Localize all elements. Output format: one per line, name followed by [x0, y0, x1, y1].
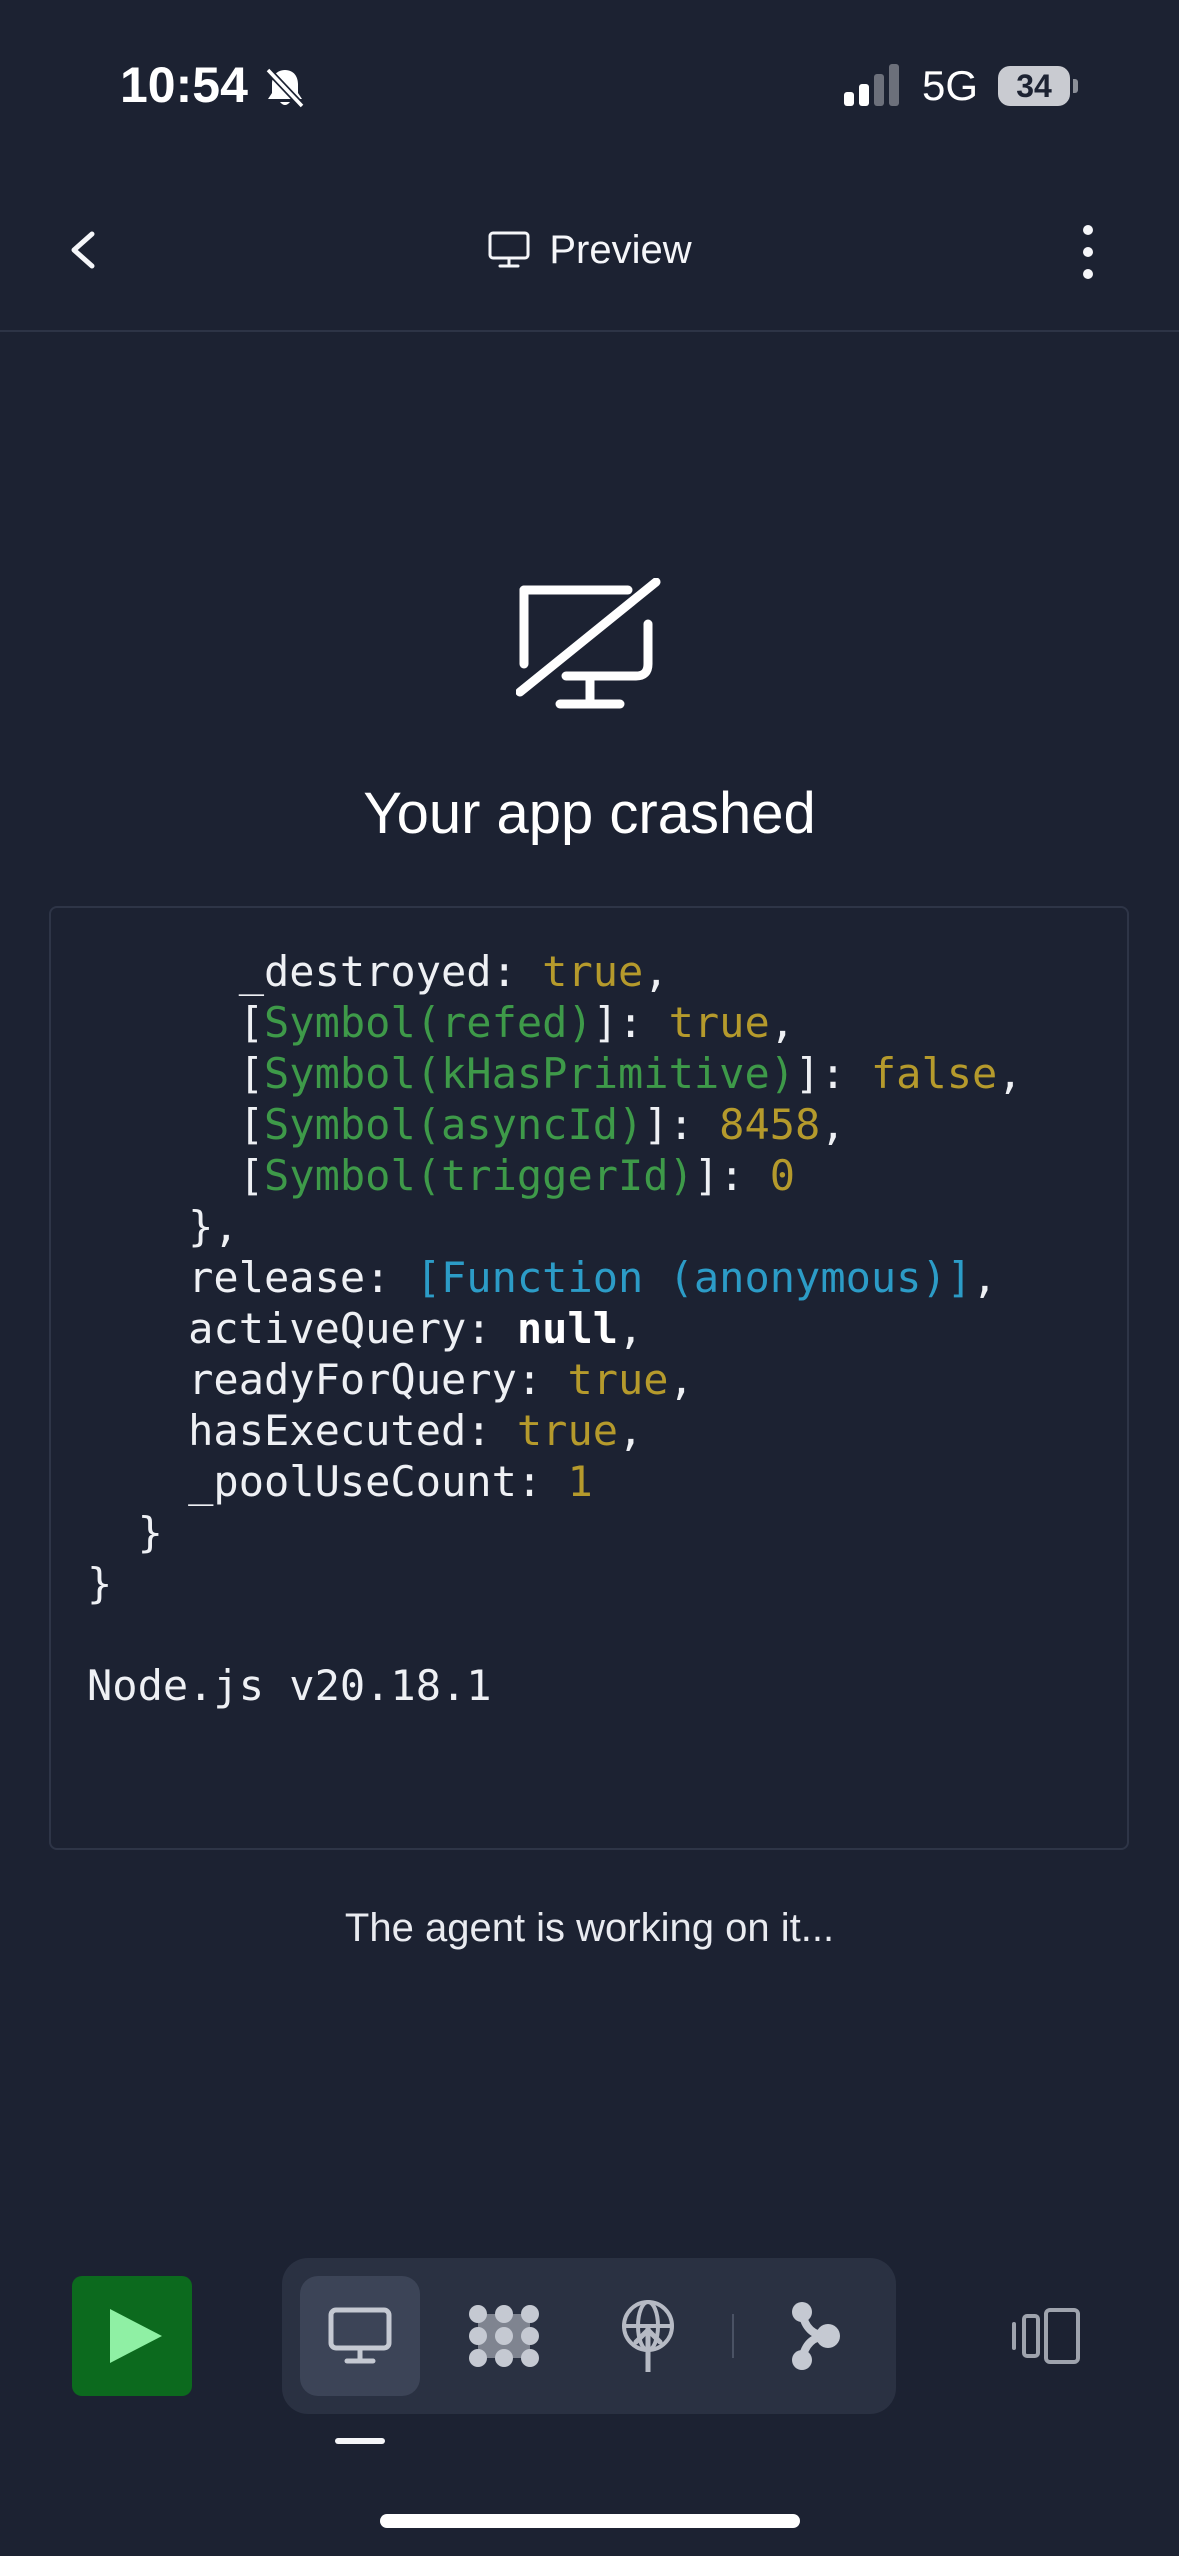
monitor-icon — [488, 231, 530, 268]
grid-dots-icon — [469, 2305, 539, 2367]
chevron-left-icon — [71, 231, 95, 269]
panels-icon — [1012, 2308, 1080, 2364]
log-token: , — [820, 1100, 846, 1149]
deploy-globe-icon — [622, 2300, 674, 2372]
play-icon — [110, 2309, 162, 2363]
log-line: [Symbol(kHasPrimitive)]: false, — [87, 1048, 1127, 1099]
log-token: 8458 — [719, 1100, 821, 1149]
workflow-icon — [792, 2302, 840, 2370]
log-token: 0 — [769, 1151, 796, 1200]
log-line: _poolUseCount: 1 — [87, 1456, 1127, 1507]
log-token: readyForQuery: — [87, 1355, 568, 1404]
log-line: Node.js v20.18.1 — [87, 1660, 1127, 1711]
log-token: , — [997, 1049, 1023, 1098]
log-token: ]: — [592, 998, 669, 1047]
log-token: } — [87, 1559, 113, 1608]
tool-tab-group — [282, 2258, 896, 2414]
log-token: _destroyed: — [87, 947, 543, 996]
battery-indicator: 34 — [998, 66, 1078, 106]
log-token: ]: — [643, 1100, 720, 1149]
error-log: _destroyed: true, [Symbol(refed)]: true,… — [51, 908, 1127, 1711]
active-tab-indicator — [335, 2438, 385, 2444]
tab-deployments[interactable] — [588, 2276, 708, 2396]
log-token: hasExecuted: — [87, 1406, 517, 1455]
error-log-panel[interactable]: _destroyed: true, [Symbol(refed)]: true,… — [49, 906, 1129, 1850]
log-line: release: [Function (anonymous)], — [87, 1252, 1127, 1303]
log-token: } — [87, 1508, 163, 1557]
bell-slash-icon — [265, 67, 305, 109]
log-line: hasExecuted: true, — [87, 1405, 1127, 1456]
monitor-icon — [328, 2307, 392, 2364]
more-vertical-icon — [1083, 225, 1093, 279]
home-indicator — [380, 2514, 800, 2528]
log-token: activeQuery: — [87, 1304, 517, 1353]
log-token: , — [643, 947, 669, 996]
log-line: [Symbol(refed)]: true, — [87, 997, 1127, 1048]
log-token: , — [972, 1253, 998, 1302]
header-bar: Preview — [0, 170, 1179, 332]
log-token: [ — [87, 1100, 265, 1149]
more-options-button[interactable] — [1070, 222, 1110, 282]
log-token: ]: — [795, 1049, 871, 1098]
log-token: , — [769, 998, 796, 1047]
log-token: }, — [87, 1202, 239, 1251]
back-button[interactable] — [54, 210, 114, 290]
network-type: 5G — [922, 62, 979, 109]
log-token: Symbol(kHasPrimitive) — [264, 1049, 796, 1098]
log-token: true — [567, 1355, 669, 1404]
log-token: _poolUseCount: — [87, 1457, 568, 1506]
log-line: [Symbol(asyncId)]: 8458, — [87, 1099, 1127, 1150]
log-token: release: — [87, 1253, 416, 1302]
battery-level: 34 — [1016, 68, 1052, 104]
log-line: } — [87, 1558, 1127, 1609]
log-token: [ — [87, 1151, 265, 1200]
cellular-signal-icon — [844, 64, 899, 106]
panels-button[interactable] — [1010, 2306, 1082, 2366]
log-token: true — [542, 947, 644, 996]
log-token: Symbol(triggerId) — [264, 1151, 694, 1200]
tab-workflows[interactable] — [756, 2276, 876, 2396]
log-token: ]: — [693, 1151, 770, 1200]
log-token: 1 — [567, 1457, 593, 1506]
status-time: 10:54 — [120, 57, 248, 113]
tab-divider — [732, 2314, 734, 2358]
tab-workspace[interactable] — [444, 2276, 564, 2396]
preview-title-group: Preview — [0, 170, 1179, 330]
log-line: [Symbol(triggerId)]: 0 — [87, 1150, 1127, 1201]
log-line: }, — [87, 1201, 1127, 1252]
tab-preview[interactable] — [300, 2276, 420, 2396]
log-token: , — [668, 1355, 694, 1404]
log-token: Node.js v20.18.1 — [87, 1661, 492, 1710]
log-token: false — [870, 1049, 998, 1098]
log-token: , — [618, 1304, 644, 1353]
log-token: true — [668, 998, 770, 1047]
log-token: , — [618, 1406, 644, 1455]
log-token: null — [516, 1304, 619, 1353]
log-token: Symbol(asyncId) — [264, 1100, 644, 1149]
monitor-off-icon — [516, 578, 661, 709]
log-token: [ — [87, 998, 265, 1047]
log-token: Symbol(refed) — [264, 998, 593, 1047]
run-button[interactable] — [72, 2276, 192, 2396]
log-line: _destroyed: true, — [87, 946, 1127, 997]
log-token: true — [516, 1406, 619, 1455]
log-line: } — [87, 1507, 1127, 1558]
page-title: Preview — [549, 227, 692, 272]
status-bar: 10:54 5G 34 — [0, 0, 1179, 170]
log-line: readyForQuery: true, — [87, 1354, 1127, 1405]
log-token: [ — [87, 1049, 265, 1098]
crash-title: Your app crashed — [363, 781, 816, 846]
log-line: activeQuery: null, — [87, 1303, 1127, 1354]
log-token: [Function (anonymous)] — [415, 1253, 973, 1302]
agent-status-text: The agent is working on it... — [344, 1906, 835, 1950]
